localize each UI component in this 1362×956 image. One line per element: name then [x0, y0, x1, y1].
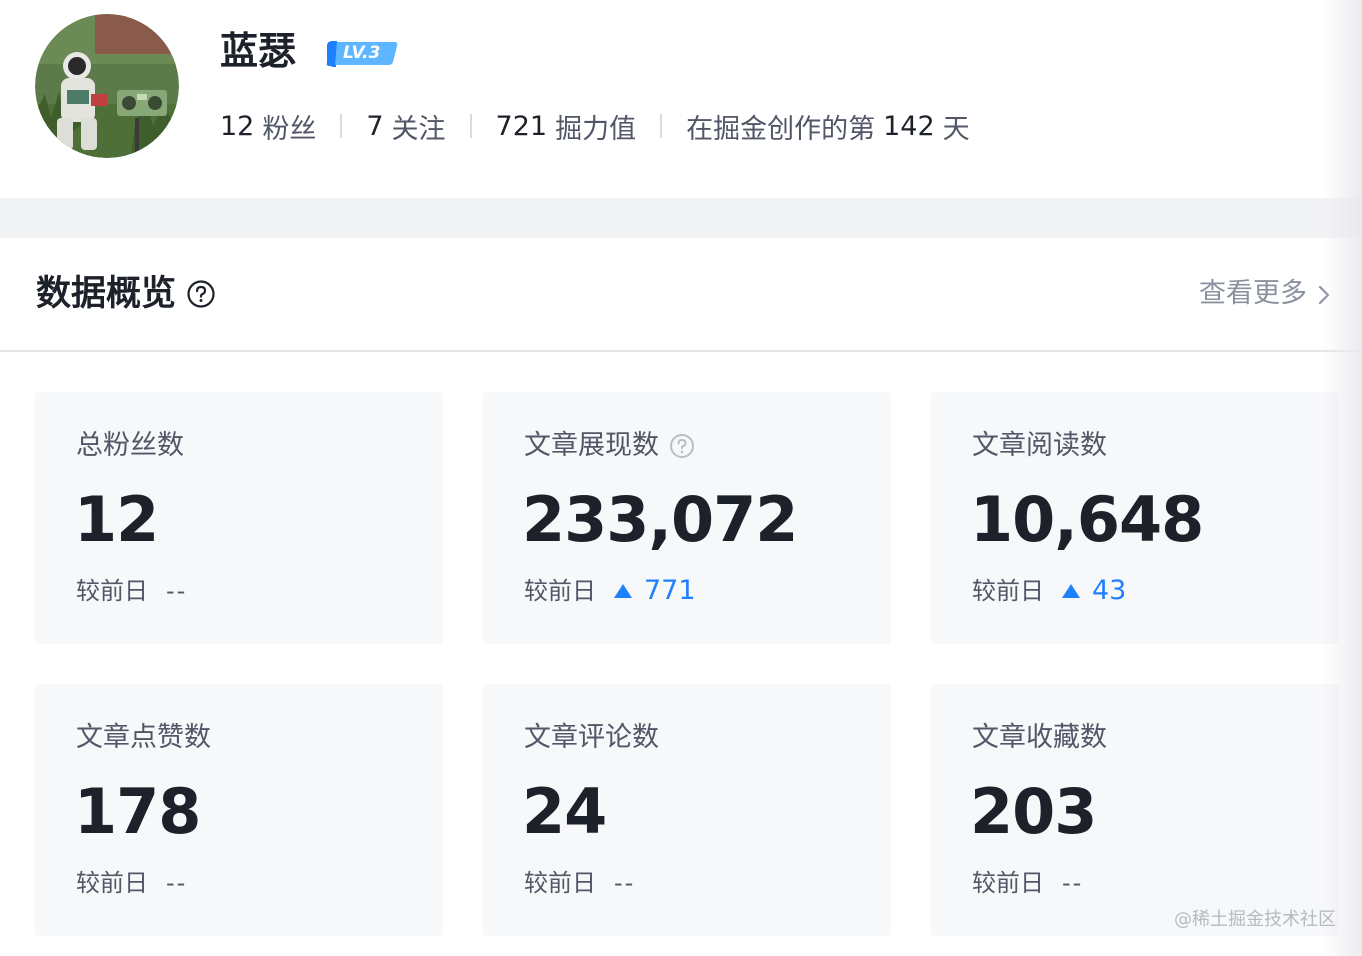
section-divider-band [0, 198, 1362, 238]
compare-label: 较前日 [524, 869, 596, 897]
card-label: 文章展现数 [524, 428, 695, 464]
card-label: 总粉丝数 [76, 428, 184, 464]
card-value: 233,072 [522, 483, 798, 556]
compare-label: 较前日 [972, 577, 1044, 605]
card-value: 12 [74, 483, 159, 556]
delta-up: 771 [614, 574, 696, 608]
avatar[interactable] [35, 14, 179, 158]
power-count: 721 [495, 110, 548, 142]
stat-divider [340, 114, 343, 138]
username[interactable]: 蓝瑟 [220, 24, 296, 78]
delta-value: -- [166, 869, 188, 897]
compare-label: 较前日 [76, 869, 148, 897]
days-prefix: 在掘金创作的第 [686, 113, 876, 145]
stat-card-total-followers: 总粉丝数 12 较前日 -- [35, 392, 443, 644]
days-count: 142 [883, 110, 935, 142]
delta-value: -- [166, 577, 188, 605]
power-label: 掘力值 [555, 113, 637, 145]
avatar-image [35, 14, 179, 158]
triangle-up-icon [614, 584, 632, 598]
card-compare: 较前日 771 [524, 574, 696, 608]
chevron-right-icon[interactable] [1316, 283, 1332, 307]
delta-value: 43 [1092, 575, 1127, 606]
followers-stat[interactable]: 12 粉丝 [220, 107, 316, 146]
profile-stats: 12 粉丝 7 关注 721 掘力值 在掘金创作的第 142 天 [220, 106, 970, 146]
card-label-text: 文章阅读数 [972, 430, 1107, 461]
card-label-text: 文章收藏数 [972, 722, 1107, 753]
card-compare: 较前日 -- [76, 866, 187, 900]
delta-value: -- [1062, 869, 1084, 897]
card-value: 24 [522, 775, 607, 848]
watermark: @稀土掘金技术社区 [1174, 909, 1336, 930]
card-label: 文章评论数 [524, 720, 659, 756]
delta-value: 771 [644, 575, 696, 606]
stat-card-article-reads: 文章阅读数 10,648 较前日 43 [931, 392, 1339, 644]
card-label-text: 总粉丝数 [76, 430, 184, 461]
card-compare: 较前日 -- [76, 574, 187, 608]
compare-label: 较前日 [76, 577, 148, 605]
level-text: LV.3 [343, 43, 381, 63]
stat-card-article-favorites: 文章收藏数 203 较前日 -- [931, 684, 1339, 936]
card-value: 203 [970, 775, 1097, 848]
stat-divider [469, 114, 472, 138]
delta-up: 43 [1062, 574, 1126, 608]
card-label-text: 文章展现数 [524, 430, 659, 461]
card-compare: 较前日 43 [972, 574, 1126, 608]
card-compare: 较前日 -- [524, 866, 635, 900]
triangle-up-icon [1062, 584, 1080, 598]
card-label: 文章阅读数 [972, 428, 1107, 464]
stat-card-article-impressions: 文章展现数 233,072 较前日 771 [483, 392, 891, 644]
creation-days-stat: 在掘金创作的第 142 天 [686, 107, 970, 146]
card-value: 178 [74, 775, 201, 848]
overview-header: 数据概览 查看更多 [0, 238, 1362, 352]
compare-label: 较前日 [972, 869, 1044, 897]
help-circle-icon[interactable] [186, 279, 216, 309]
card-compare: 较前日 -- [972, 866, 1083, 900]
following-label: 关注 [391, 113, 446, 145]
card-label-text: 文章评论数 [524, 722, 659, 753]
followers-count: 12 [220, 110, 255, 142]
power-stat: 721 掘力值 [496, 107, 637, 146]
view-more-link[interactable]: 查看更多 [1199, 276, 1307, 312]
creator-dashboard: 蓝瑟 LV.3 12 粉丝 7 关注 721 掘力值 在掘金创作的第 142 天… [0, 0, 1362, 956]
profile-header: 蓝瑟 LV.3 12 粉丝 7 关注 721 掘力值 在掘金创作的第 142 天 [0, 0, 1362, 198]
card-label: 文章收藏数 [972, 720, 1107, 756]
card-label: 文章点赞数 [76, 720, 211, 756]
following-count: 7 [366, 110, 384, 142]
card-value: 10,648 [970, 483, 1204, 556]
delta-value: -- [614, 869, 636, 897]
stat-card-article-likes: 文章点赞数 178 较前日 -- [35, 684, 443, 936]
days-suffix: 天 [942, 113, 970, 145]
card-label-text: 文章点赞数 [76, 722, 211, 753]
stat-card-article-comments: 文章评论数 24 较前日 -- [483, 684, 891, 936]
compare-label: 较前日 [524, 577, 596, 605]
stat-divider [660, 114, 663, 138]
followers-label: 粉丝 [262, 113, 317, 145]
overview-title: 数据概览 [36, 274, 177, 314]
help-circle-icon[interactable] [669, 433, 695, 459]
level-badge: LV.3 [325, 38, 399, 68]
following-stat[interactable]: 7 关注 [366, 107, 445, 146]
